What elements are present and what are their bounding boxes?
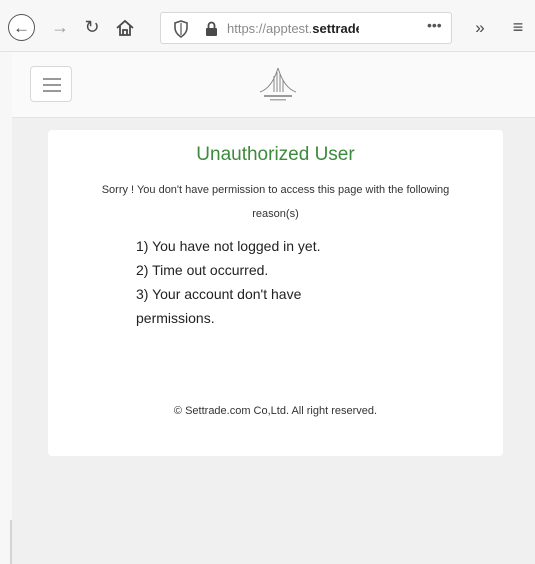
page-title: Unauthorized User bbox=[196, 144, 355, 165]
more-dots-icon[interactable]: ••• bbox=[427, 17, 442, 33]
address-bar[interactable]: https://apptest.settrade.com/ ••• bbox=[160, 12, 452, 44]
lock-icon[interactable] bbox=[205, 21, 218, 37]
browser-toolbar: ← → ↻ https://apptest.settrade.com/ ••• … bbox=[0, 0, 535, 52]
site-header bbox=[12, 52, 535, 118]
url-text: https://apptest.settrade.com/ bbox=[227, 21, 359, 36]
copyright-footer: © Settrade.com Co,Ltd. All right reserve… bbox=[173, 405, 378, 417]
reload-icon[interactable]: ↻ bbox=[80, 14, 104, 41]
error-card: Unauthorized User Sorry ! You don't have… bbox=[48, 130, 503, 456]
reason-label: reason(s) bbox=[252, 208, 299, 220]
list-item: 2) Time out occurred. bbox=[136, 262, 269, 278]
list-item: permissions. bbox=[136, 310, 215, 326]
settrade-logo-icon bbox=[259, 67, 297, 101]
page-content: Unauthorized User Sorry ! You don't have… bbox=[12, 52, 535, 564]
list-item: 3) Your account don't have bbox=[136, 286, 302, 302]
home-icon[interactable] bbox=[112, 14, 138, 41]
shield-icon[interactable] bbox=[173, 20, 189, 38]
sidebar-edge bbox=[0, 52, 12, 564]
back-arrow-icon[interactable]: ← bbox=[8, 14, 35, 41]
overflow-chevrons-icon[interactable]: » bbox=[468, 14, 492, 41]
hamburger-icon[interactable] bbox=[30, 66, 72, 102]
hamburger-menu-icon[interactable]: ≡ bbox=[506, 14, 530, 41]
error-message: Sorry ! You don't have permission to acc… bbox=[101, 184, 450, 196]
reason-list: 1) You have not logged in yet. 2) Time o… bbox=[136, 234, 436, 330]
list-item: 1) You have not logged in yet. bbox=[136, 238, 321, 254]
forward-arrow-icon[interactable]: → bbox=[48, 14, 72, 41]
